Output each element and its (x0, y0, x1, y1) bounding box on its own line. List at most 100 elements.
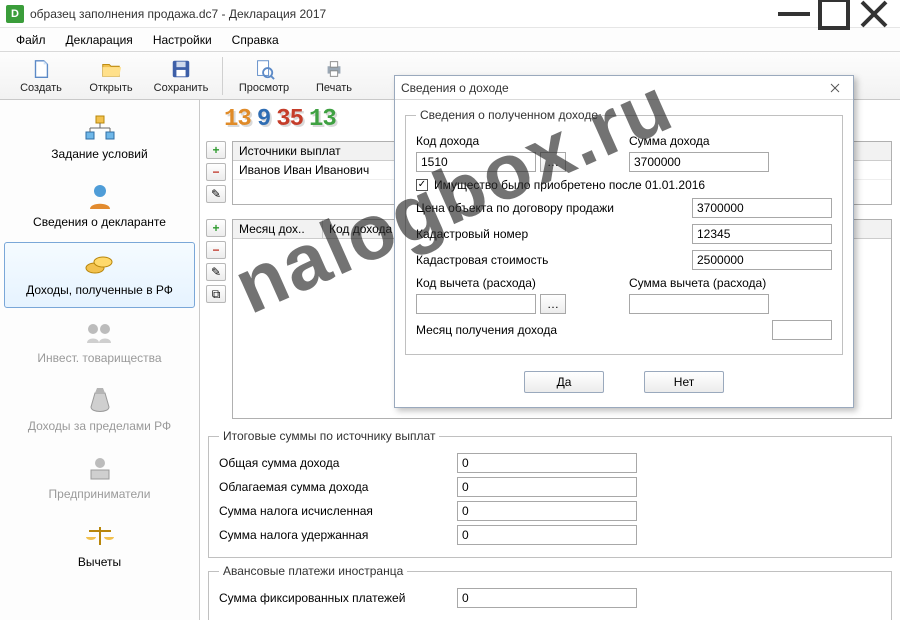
lbl-month: Месяц получения дохода (416, 323, 762, 337)
lbl-total-income: Общая сумма дохода (219, 456, 449, 470)
briefcase-person-icon (82, 453, 118, 483)
menu-declaration[interactable]: Декларация (58, 30, 141, 50)
seg-35[interactable]: 35 (276, 106, 303, 133)
inp-cad-num[interactable] (692, 224, 832, 244)
inp-deduction-code[interactable] (416, 294, 536, 314)
minimize-button[interactable] (774, 2, 814, 26)
dialog-ok-button[interactable]: Да (524, 371, 604, 393)
save-disk-icon (170, 58, 192, 80)
income-buttons: + − ✎ ⧉ (206, 219, 228, 419)
copy-icon: ⧉ (212, 287, 221, 302)
lbl-cad-val: Кадастровая стоимость (416, 253, 682, 267)
lbl-tax-calc: Сумма налога исчисленная (219, 504, 449, 518)
lookup-deduction-code-button[interactable]: … (540, 294, 566, 314)
sidebar-item-income-rf[interactable]: Доходы, полученные в РФ (4, 242, 195, 308)
open-folder-icon (100, 58, 122, 80)
edit-icon: ✎ (211, 187, 221, 201)
close-icon (830, 83, 840, 93)
new-file-icon (30, 58, 52, 80)
edit-source-button[interactable]: ✎ (206, 185, 226, 203)
chk-after-2016[interactable]: ✓ Имущество было приобретено после 01.01… (416, 178, 705, 192)
inp-deduction-sum[interactable] (629, 294, 769, 314)
copy-income-button[interactable]: ⧉ (206, 285, 226, 303)
sidebar-item-invest[interactable]: Инвест. товарищества (4, 310, 195, 376)
lbl-tax-withheld: Сумма налога удержанная (219, 528, 449, 542)
person-icon (82, 181, 118, 211)
inp-total-income[interactable] (457, 453, 637, 473)
preview-icon (253, 58, 275, 80)
inp-cad-val[interactable] (692, 250, 832, 270)
dialog-cancel-button[interactable]: Нет (644, 371, 724, 393)
income-dialog: Сведения о доходе Сведения о полученном … (394, 75, 854, 408)
remove-income-button[interactable]: − (206, 241, 226, 259)
create-label: Создать (20, 82, 62, 94)
save-button[interactable]: Сохранить (146, 54, 216, 98)
seg-13a[interactable]: 13 (224, 106, 251, 133)
lookup-income-code-button[interactable]: … (540, 152, 566, 172)
dialog-titlebar[interactable]: Сведения о доходе (395, 76, 853, 100)
inp-price[interactable] (692, 198, 832, 218)
app-icon: D (6, 5, 24, 23)
maximize-button[interactable] (814, 2, 854, 26)
checkbox-icon: ✓ (416, 179, 428, 191)
seg-13b[interactable]: 13 (309, 106, 336, 133)
save-label: Сохранить (154, 82, 209, 94)
col-month[interactable]: Месяц дох.. (233, 220, 323, 238)
menubar: Файл Декларация Настройки Справка (0, 28, 900, 52)
close-button[interactable] (854, 2, 894, 26)
inp-tax-withheld[interactable] (457, 525, 637, 545)
lbl-income-code: Код дохода (416, 134, 619, 148)
plus-icon: + (212, 221, 219, 235)
create-button[interactable]: Создать (6, 54, 76, 98)
money-bag-icon (82, 385, 118, 415)
dialog-group: Сведения о полученном доходе Код дохода … (405, 108, 843, 355)
sidebar-item-income-abroad[interactable]: Доходы за пределами РФ (4, 378, 195, 444)
sidebar-item-conditions[interactable]: Задание условий (4, 106, 195, 172)
sidebar-item-declarant[interactable]: Сведения о декларанте (4, 174, 195, 240)
sidebar-item-deductions[interactable]: Вычеты (4, 514, 195, 580)
plus-icon: + (212, 143, 219, 157)
chk-label: Имущество было приобретено после 01.01.2… (434, 178, 705, 192)
inp-taxable[interactable] (457, 477, 637, 497)
seg-9[interactable]: 9 (257, 106, 270, 133)
preview-label: Просмотр (239, 82, 289, 94)
inp-fixed[interactable] (457, 588, 637, 608)
dialog-group-legend: Сведения о полученном доходе (416, 108, 602, 122)
open-label: Открыть (89, 82, 132, 94)
remove-source-button[interactable]: − (206, 163, 226, 181)
dialog-close-button[interactable] (823, 78, 847, 98)
menu-file[interactable]: Файл (8, 30, 54, 50)
tree-icon (82, 113, 118, 143)
print-button[interactable]: Печать (299, 54, 369, 98)
sidebar: Задание условий Сведения о декларанте До… (0, 100, 200, 620)
inp-income-code[interactable] (416, 152, 536, 172)
totals-group: Итоговые суммы по источнику выплат Общая… (208, 429, 892, 558)
totals-legend: Итоговые суммы по источнику выплат (219, 429, 439, 443)
window-title: образец заполнения продажа.dc7 - Деклара… (30, 7, 774, 21)
preview-button[interactable]: Просмотр (229, 54, 299, 98)
lbl-taxable: Облагаемая сумма дохода (219, 480, 449, 494)
edit-icon: ✎ (211, 265, 221, 279)
print-label: Печать (316, 82, 352, 94)
add-income-button[interactable]: + (206, 219, 226, 237)
window-titlebar: D образец заполнения продажа.dc7 - Декла… (0, 0, 900, 28)
inp-month[interactable] (772, 320, 832, 340)
lbl-cad-num: Кадастровый номер (416, 227, 682, 241)
minus-icon: − (212, 165, 219, 179)
inp-tax-calc[interactable] (457, 501, 637, 521)
printer-icon (323, 58, 345, 80)
sources-buttons: + − ✎ (206, 141, 228, 205)
lbl-deduction-sum: Сумма вычета (расхода) (629, 276, 832, 290)
scales-icon (82, 521, 118, 551)
sidebar-item-entrepreneurs[interactable]: Предприниматели (4, 446, 195, 512)
menu-help[interactable]: Справка (224, 30, 287, 50)
add-source-button[interactable]: + (206, 141, 226, 159)
inp-income-sum[interactable] (629, 152, 769, 172)
edit-income-button[interactable]: ✎ (206, 263, 226, 281)
advance-legend: Авансовые платежи иностранца (219, 564, 407, 578)
toolbar-separator (222, 57, 223, 95)
menu-settings[interactable]: Настройки (145, 30, 220, 50)
group-icon (82, 317, 118, 347)
lbl-income-sum: Сумма дохода (629, 134, 832, 148)
open-button[interactable]: Открыть (76, 54, 146, 98)
